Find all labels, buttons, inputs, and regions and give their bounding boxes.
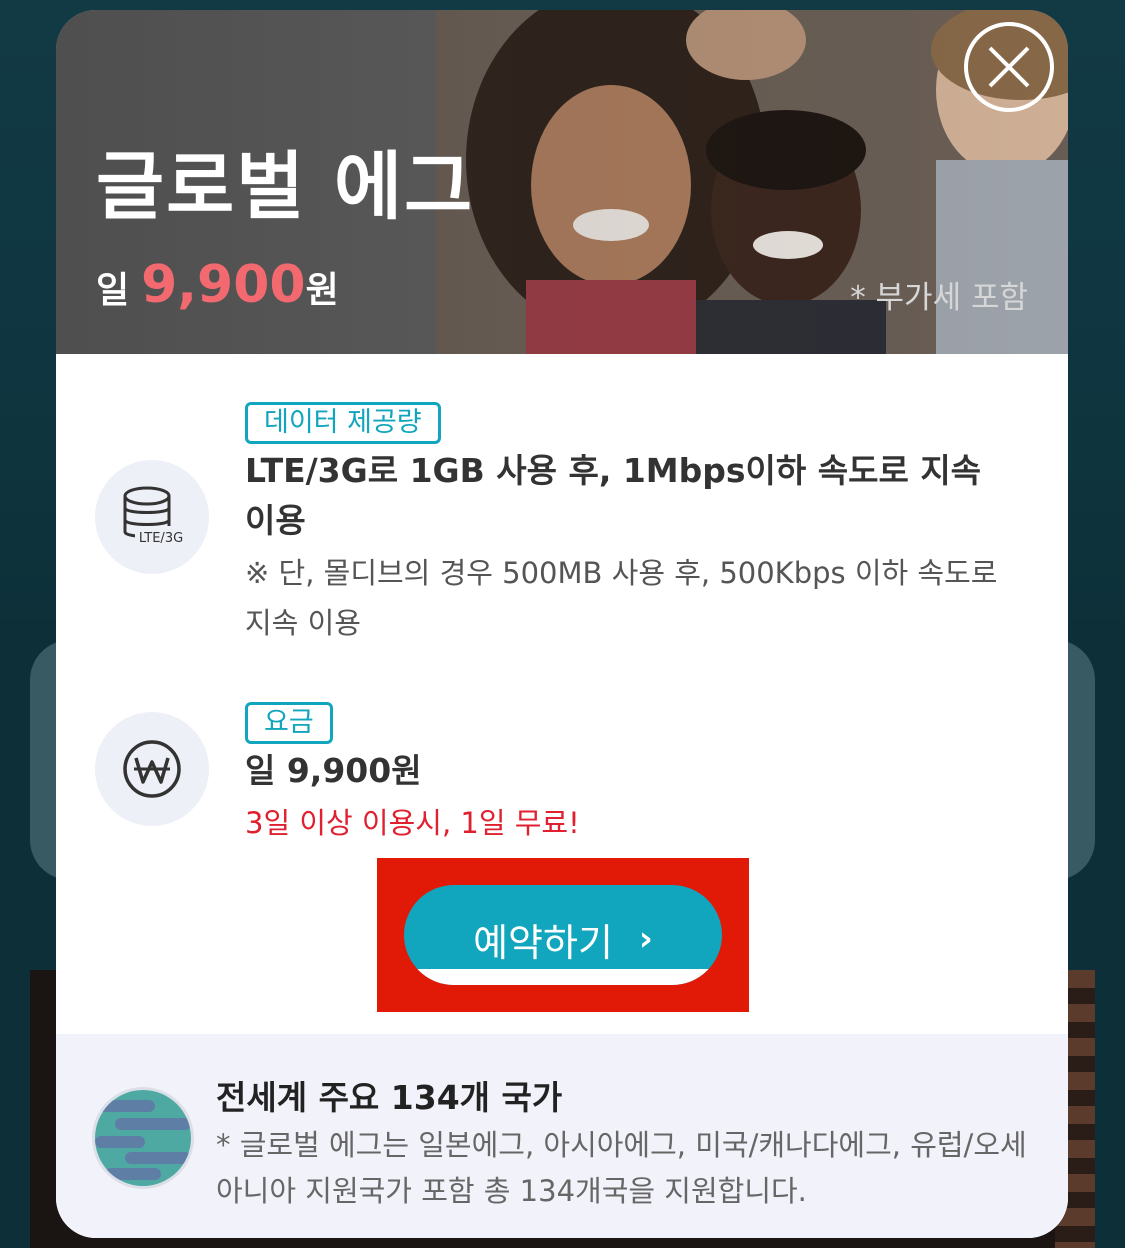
- vat-note: * 부가세 포함: [850, 280, 1028, 316]
- price-amount: 9,900: [141, 255, 306, 315]
- coverage-title: 전세계 주요 134개 국가: [216, 1078, 563, 1117]
- data-icon-circle: LTE/3G: [95, 460, 209, 574]
- data-note-text: ※ 단, 몰디브의 경우 500MB 사용 후, 500Kbps 이하 속도로 …: [245, 556, 998, 640]
- chevron-right-icon: ›: [638, 919, 653, 959]
- database-icon: LTE/3G: [123, 486, 187, 546]
- coverage-footer: 전세계 주요 134개 국가 * 글로벌 에그는 일본에그, 아시아에그, 미국…: [56, 1034, 1068, 1238]
- fee-tag: 요금: [245, 702, 333, 744]
- book-button-label: 예약하기: [473, 920, 613, 965]
- product-modal: 글로벌 에그 일 9,900원 * 부가세 포함 LTE/3G 데이터 제공량 L…: [56, 10, 1068, 1238]
- hero-banner: 글로벌 에그 일 9,900원 * 부가세 포함: [56, 10, 1068, 354]
- booking-highlight-box: 예약하기 ›: [377, 858, 749, 1012]
- globe-icon: [95, 1090, 191, 1186]
- book-button[interactable]: 예약하기 ›: [404, 885, 722, 985]
- svg-text:LTE/3G: LTE/3G: [139, 531, 183, 546]
- product-title: 글로벌 에그: [96, 144, 475, 230]
- fee-main-text: 일 9,900원: [245, 751, 422, 790]
- close-button[interactable]: [964, 22, 1054, 112]
- price-suffix: 원: [305, 270, 339, 311]
- fee-icon-circle: [95, 712, 209, 826]
- data-tag: 데이터 제공량: [245, 402, 441, 444]
- data-main-text: LTE/3G로 1GB 사용 후, 1Mbps이하 속도로 지속 이용: [245, 451, 982, 540]
- coverage-note: * 글로벌 에그는 일본에그, 아시아에그, 미국/캐나다에그, 유럽/오세아니…: [216, 1128, 1027, 1208]
- close-icon: [988, 46, 1030, 88]
- won-icon: [123, 740, 181, 798]
- price-prefix: 일: [96, 270, 130, 311]
- promo-text: 3일 이상 이용시, 1일 무료!: [245, 806, 580, 840]
- hero-price: 일 9,900원: [96, 259, 339, 316]
